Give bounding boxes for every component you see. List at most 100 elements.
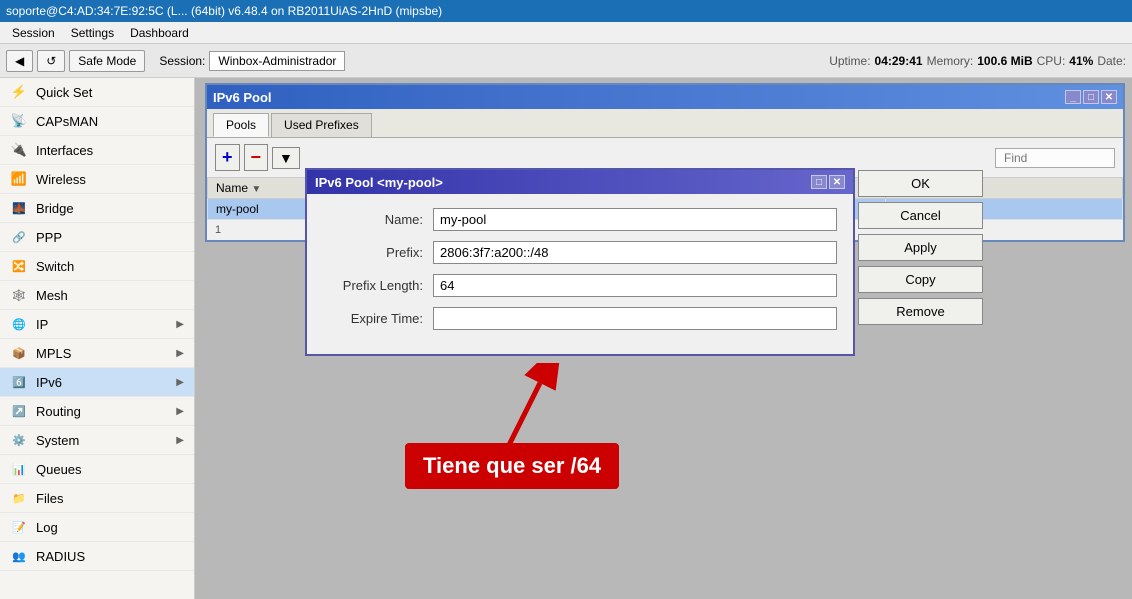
sidebar-item-ppp[interactable]: PPP	[0, 223, 194, 252]
ip-icon	[10, 315, 28, 333]
sidebar-item-mpls[interactable]: MPLS ▶	[0, 339, 194, 368]
dialog-body: Name: Prefix: Prefix Length: Expire Time…	[307, 194, 853, 354]
remove-button-dialog[interactable]: Remove	[858, 298, 983, 325]
status-area: Uptime: 04:29:41 Memory: 100.6 MiB CPU: …	[829, 54, 1126, 68]
sidebar-label-interfaces: Interfaces	[36, 143, 93, 158]
toolbar: ◀ ↺ Safe Mode Session: Winbox-Administra…	[0, 44, 1132, 78]
filter-button[interactable]: ▼	[272, 147, 300, 169]
sidebar-item-mesh[interactable]: Mesh	[0, 281, 194, 310]
menu-dashboard[interactable]: Dashboard	[122, 24, 197, 42]
safe-mode-button[interactable]: Safe Mode	[69, 50, 145, 72]
radius-icon	[10, 547, 28, 565]
routing-arrow-icon: ▶	[176, 406, 184, 417]
bridge-icon	[10, 199, 28, 217]
sidebar-item-interfaces[interactable]: Interfaces	[0, 136, 194, 165]
cpu-label: CPU:	[1037, 54, 1066, 68]
close-button[interactable]: ✕	[1101, 90, 1117, 104]
expire-time-input[interactable]	[433, 307, 837, 330]
ipv6-icon	[10, 373, 28, 391]
prefix-row: Prefix:	[323, 241, 837, 264]
mpls-icon	[10, 344, 28, 362]
dialog-title-text: IPv6 Pool <my-pool>	[315, 175, 443, 190]
sidebar-label-mesh: Mesh	[36, 288, 68, 303]
caps-icon	[10, 112, 28, 130]
col-name-sort-icon: ▼	[251, 184, 261, 195]
sidebar-item-radius[interactable]: RADIUS	[0, 542, 194, 571]
copy-button[interactable]: Copy	[858, 266, 983, 293]
sidebar-label-quick-set: Quick Set	[36, 85, 92, 100]
ipv6-pool-dialog: IPv6 Pool <my-pool> □ ✕ Name: Prefix: Pr…	[305, 168, 855, 356]
sidebar-item-queues[interactable]: Queues	[0, 455, 194, 484]
sidebar-label-log: Log	[36, 520, 58, 535]
system-arrow-icon: ▶	[176, 435, 184, 446]
refresh-button[interactable]: ↺	[37, 50, 65, 72]
annotation-box: Tiene que ser /64	[405, 443, 619, 489]
sidebar-item-quick-set[interactable]: Quick Set	[0, 78, 194, 107]
apply-button[interactable]: Apply	[858, 234, 983, 261]
log-icon	[10, 518, 28, 536]
sidebar-item-bridge[interactable]: Bridge	[0, 194, 194, 223]
sidebar-label-switch: Switch	[36, 259, 74, 274]
ip-arrow-icon: ▶	[176, 319, 184, 330]
sidebar-label-ipv6: IPv6	[36, 375, 62, 390]
ok-button[interactable]: OK	[858, 170, 983, 197]
memory-label: Memory:	[927, 54, 974, 68]
remove-button[interactable]: −	[244, 144, 269, 171]
tab-used-prefixes[interactable]: Used Prefixes	[271, 113, 372, 137]
ppp-icon	[10, 228, 28, 246]
dialog-resize-button[interactable]: □	[811, 175, 827, 189]
sidebar-item-ip[interactable]: IP ▶	[0, 310, 194, 339]
sidebar-item-files[interactable]: Files	[0, 484, 194, 513]
prefix-length-input[interactable]	[433, 274, 837, 297]
date-label: Date:	[1097, 54, 1126, 68]
sidebar: Quick Set CAPsMAN Interfaces Wireless Br…	[0, 78, 195, 599]
minimize-button[interactable]: _	[1065, 90, 1081, 104]
menu-settings[interactable]: Settings	[63, 24, 122, 42]
tab-pools[interactable]: Pools	[213, 113, 269, 137]
maximize-button[interactable]: □	[1083, 90, 1099, 104]
sidebar-item-log[interactable]: Log	[0, 513, 194, 542]
session-value: Winbox-Administrador	[209, 51, 345, 71]
menu-bar: Session Settings Dashboard	[0, 22, 1132, 44]
sidebar-item-system[interactable]: System ▶	[0, 426, 194, 455]
prefix-input[interactable]	[433, 241, 837, 264]
dialog-window-controls: □ ✕	[811, 175, 845, 189]
add-button[interactable]: +	[215, 144, 240, 171]
back-button[interactable]: ◀	[6, 50, 33, 72]
find-input[interactable]	[995, 148, 1115, 168]
sidebar-item-routing[interactable]: Routing ▶	[0, 397, 194, 426]
ipv6-pool-title-text: IPv6 Pool	[213, 90, 272, 105]
dialog-close-button[interactable]: ✕	[829, 175, 845, 189]
expire-time-label: Expire Time:	[323, 311, 433, 326]
cpu-value: 41%	[1069, 54, 1093, 68]
sidebar-label-files: Files	[36, 491, 63, 506]
sidebar-label-radius: RADIUS	[36, 549, 85, 564]
window-controls: _ □ ✕	[1065, 90, 1117, 104]
name-row: Name:	[323, 208, 837, 231]
ipv6-arrow-icon: ▶	[176, 377, 184, 388]
annotation-container: Tiene que ser /64	[445, 363, 565, 466]
queues-icon	[10, 460, 28, 478]
sidebar-label-mpls: MPLS	[36, 346, 71, 361]
routing-icon	[10, 402, 28, 420]
memory-value: 100.6 MiB	[977, 54, 1032, 68]
session-label: Session:	[159, 54, 205, 68]
sidebar-label-routing: Routing	[36, 404, 81, 419]
system-icon	[10, 431, 28, 449]
sidebar-item-switch[interactable]: Switch	[0, 252, 194, 281]
name-input[interactable]	[433, 208, 837, 231]
sidebar-item-wireless[interactable]: Wireless	[0, 165, 194, 194]
mesh-icon	[10, 286, 28, 304]
mpls-arrow-icon: ▶	[176, 348, 184, 359]
cancel-button[interactable]: Cancel	[858, 202, 983, 229]
sidebar-label-wireless: Wireless	[36, 172, 86, 187]
switch-icon	[10, 257, 28, 275]
sidebar-item-ipv6[interactable]: IPv6 ▶	[0, 368, 194, 397]
dialog-title: IPv6 Pool <my-pool> □ ✕	[307, 170, 853, 194]
sidebar-item-capsman[interactable]: CAPsMAN	[0, 107, 194, 136]
name-label: Name:	[323, 212, 433, 227]
prefix-length-label: Prefix Length:	[323, 278, 433, 293]
sidebar-label-queues: Queues	[36, 462, 82, 477]
menu-session[interactable]: Session	[4, 24, 63, 42]
title-bar-text: soporte@C4:AD:34:7E:92:5C (L... (64bit) …	[6, 4, 442, 18]
